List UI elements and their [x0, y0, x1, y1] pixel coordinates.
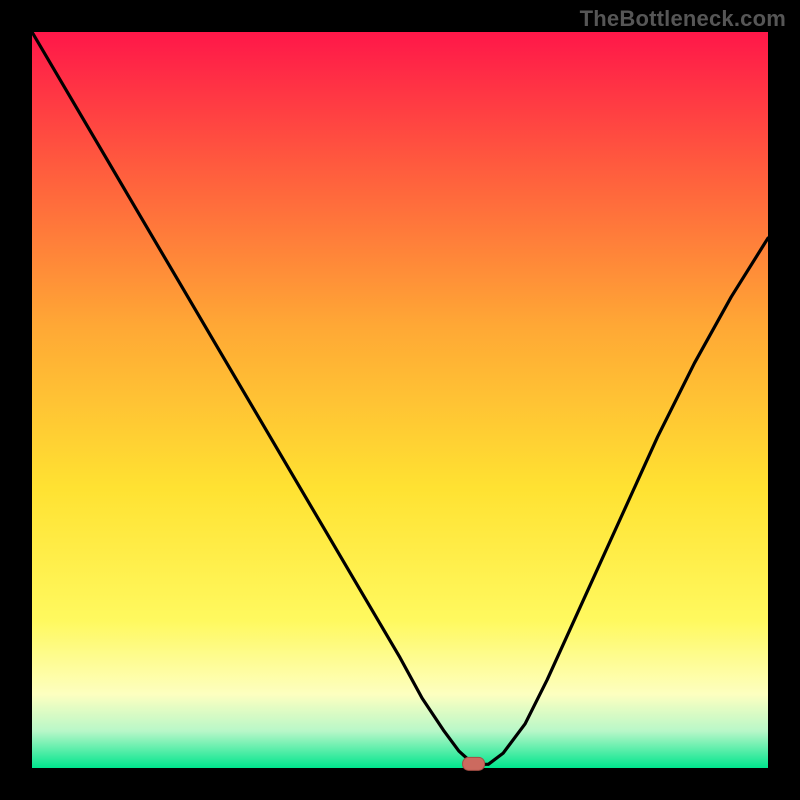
bottleneck-chart — [0, 0, 800, 800]
chart-frame: { "watermark": "TheBottleneck.com", "col… — [0, 0, 800, 800]
min-marker — [463, 757, 485, 770]
watermark-text: TheBottleneck.com — [580, 6, 786, 32]
